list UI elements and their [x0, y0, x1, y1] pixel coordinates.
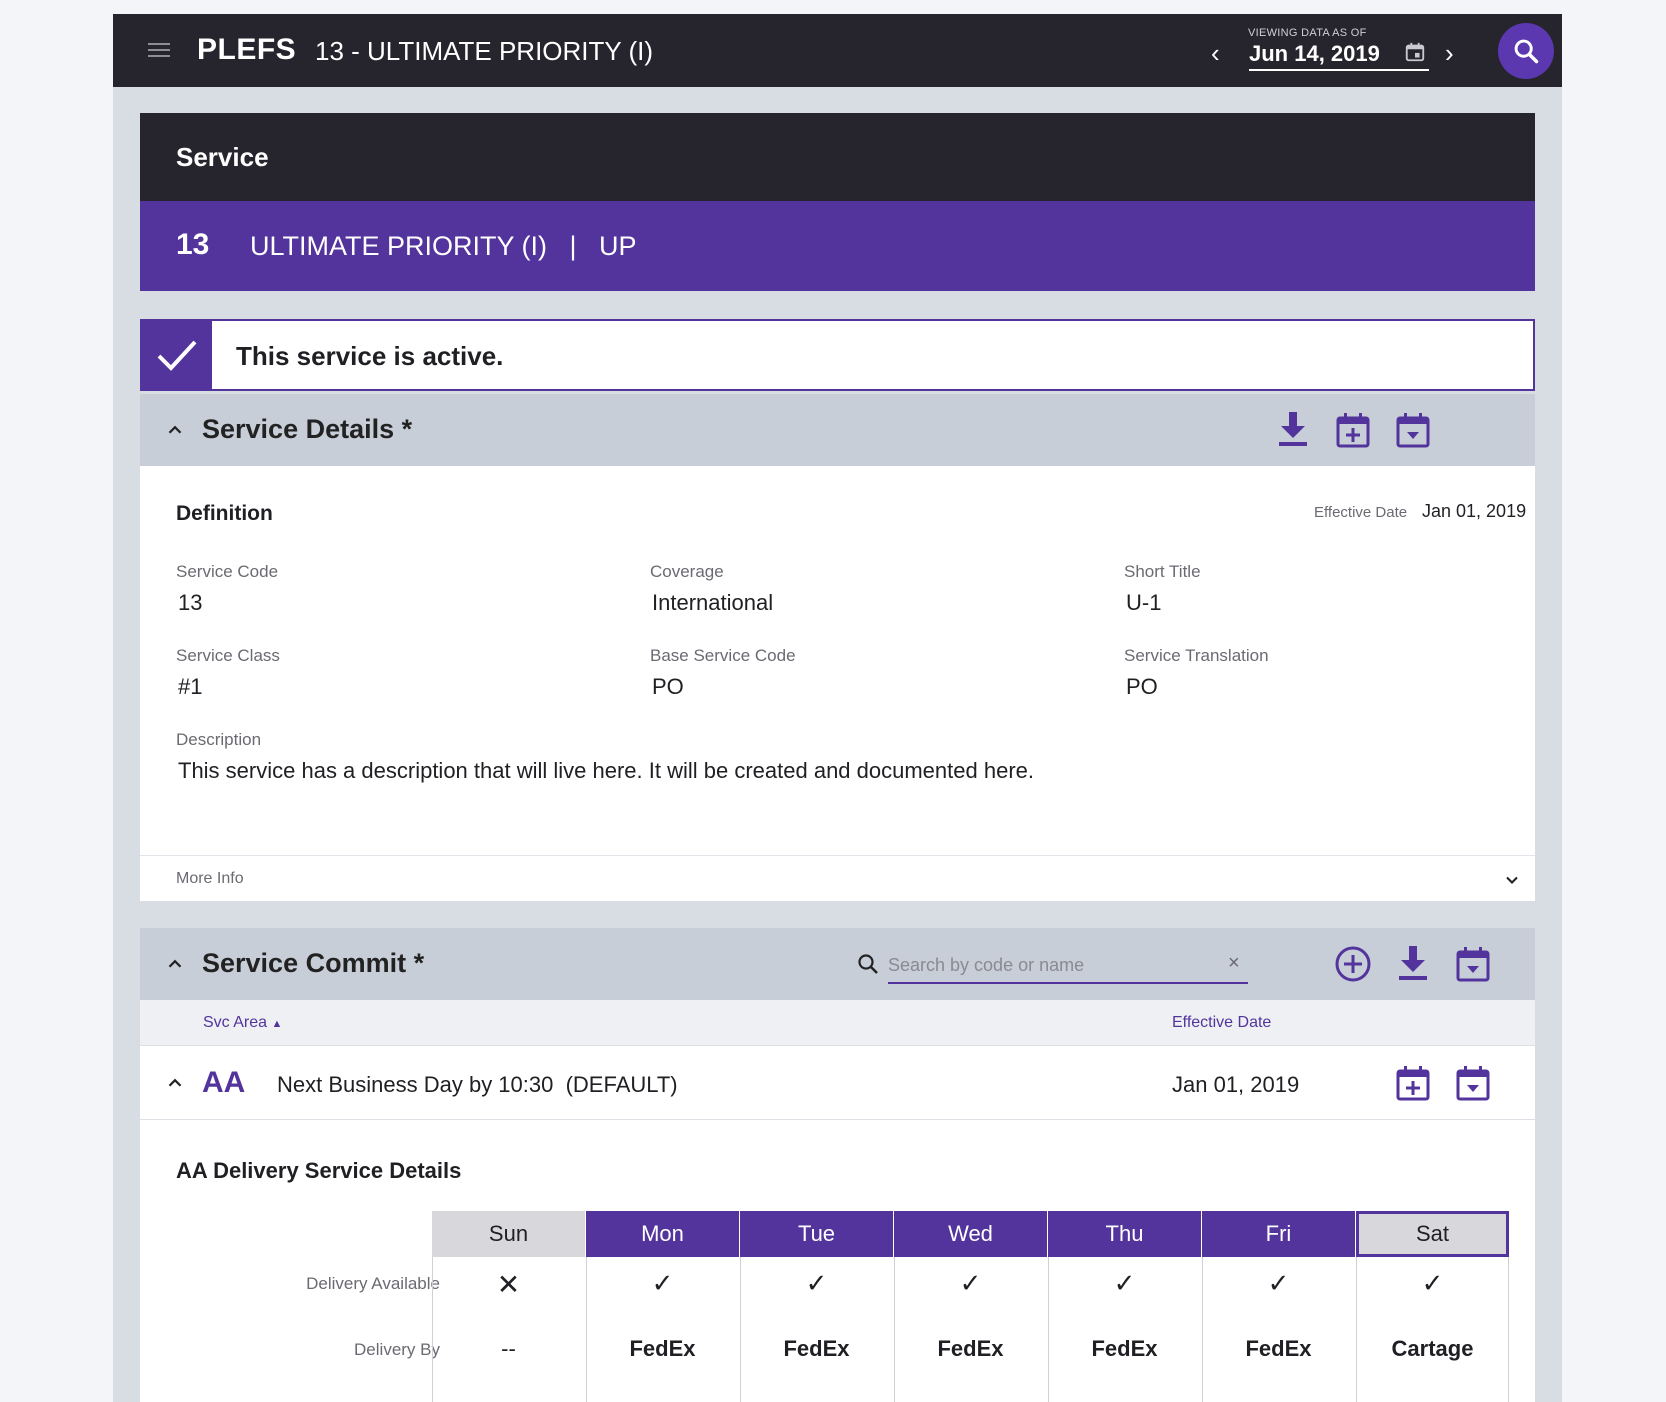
collapse-icon[interactable] [164, 953, 186, 975]
service-code-label: Service Code [176, 562, 279, 581]
svc-area-effective-date: Jan 01, 2019 [1172, 1072, 1300, 1097]
delivery-by-value: FedEx [1245, 1336, 1312, 1361]
delivery-by-value: FedEx [937, 1336, 1004, 1361]
commit-column-header: Svc Area ▲ Effective Date [140, 1000, 1535, 1046]
base-service-code-label: Base Service Code [650, 646, 796, 665]
description-label: Description [176, 730, 262, 749]
commit-search: × [888, 948, 1248, 984]
status-message: This service is active. [236, 341, 504, 371]
chevron-down-icon[interactable] [1502, 870, 1522, 890]
service-class-value: #1 [178, 674, 203, 699]
service-header-title: Service [176, 142, 269, 172]
calendar-dropdown-icon[interactable] [1453, 1063, 1493, 1103]
available-check-icon: ✓ [959, 1268, 982, 1298]
short-title-value: U-1 [1126, 590, 1162, 615]
search-icon [858, 954, 878, 974]
delivery-by-value: -- [501, 1336, 516, 1361]
service-class-label: Service Class [176, 646, 280, 665]
effective-date-label: Effective Date [1314, 504, 1408, 521]
effective-date-header[interactable]: Effective Date [1172, 1014, 1271, 1032]
commit-search-input[interactable] [888, 950, 1208, 980]
delivery-by-label: Delivery By [354, 1340, 440, 1359]
delivery-by-value: Cartage [1391, 1336, 1474, 1361]
service-details-body: Definition Effective Date Jan 01, 2019 S… [140, 466, 1535, 855]
definition-heading: Definition [176, 502, 273, 525]
day-header-wed[interactable]: Wed [894, 1211, 1047, 1257]
add-circle-icon[interactable] [1333, 944, 1373, 984]
check-icon [157, 340, 197, 371]
search-icon [1514, 39, 1539, 64]
table-row[interactable]: AA Next Business Day by 10:30 (DEFAULT) … [140, 1046, 1535, 1120]
service-commit-header: Service Commit * × [140, 928, 1535, 1000]
service-translation-label: Service Translation [1124, 646, 1269, 665]
svc-area-sort-header[interactable]: Svc Area ▲ [203, 1014, 282, 1032]
description-value: This service has a description that will… [178, 758, 1034, 783]
service-header: Service [140, 113, 1535, 201]
more-info-label: More Info [176, 870, 244, 887]
sort-ascending-icon: ▲ [271, 1018, 283, 1030]
service-code: 13 [176, 228, 210, 261]
available-check-icon: ✓ [651, 1268, 674, 1298]
viewing-data-label: VIEWING DATA AS OF [1248, 27, 1367, 39]
available-check-icon: ✓ [805, 1268, 828, 1298]
svc-area-code: AA [202, 1066, 246, 1099]
status-banner: This service is active. [140, 319, 1535, 391]
delivery-details-title: AA Delivery Service Details [176, 1158, 462, 1183]
more-info-row[interactable]: More Info [140, 855, 1535, 901]
top-bar: PLEFS 13 - ULTIMATE PRIORITY (I) VIEWING… [113, 14, 1562, 87]
not-available-icon: ✕ [496, 1269, 521, 1300]
delivery-by-value: FedEx [783, 1336, 850, 1361]
coverage-value: International [652, 590, 774, 615]
available-check-icon: ✓ [1267, 1268, 1290, 1298]
download-icon[interactable] [1393, 944, 1433, 984]
clear-search-icon[interactable]: × [1228, 952, 1240, 975]
delivery-details-panel: AA Delivery Service Details Delivery Ava… [140, 1120, 1535, 1402]
short-title-label: Short Title [1124, 562, 1201, 581]
calendar-dropdown-icon[interactable] [1453, 944, 1493, 984]
app-frame: PLEFS 13 - ULTIMATE PRIORITY (I) VIEWING… [113, 14, 1562, 1402]
day-header-tue[interactable]: Tue [740, 1211, 893, 1257]
service-details-title: Service Details * [202, 414, 413, 444]
menu-icon[interactable] [148, 43, 170, 59]
download-icon[interactable] [1273, 410, 1313, 450]
app-context-title: 13 - ULTIMATE PRIORITY (I) [315, 36, 654, 66]
previous-date-icon[interactable]: ‹ [1211, 38, 1220, 69]
calendar-add-icon[interactable] [1393, 1063, 1433, 1103]
delivery-available-label: Delivery Available [306, 1274, 440, 1293]
coverage-label: Coverage [650, 562, 724, 581]
status-check-box [142, 321, 212, 389]
day-header-thu[interactable]: Thu [1048, 1211, 1201, 1257]
day-header-mon[interactable]: Mon [586, 1211, 739, 1257]
day-header-sun[interactable]: Sun [432, 1211, 585, 1257]
service-identity-band: 13 ULTIMATE PRIORITY (I) | UP [140, 201, 1535, 291]
calendar-add-icon[interactable] [1333, 410, 1373, 450]
collapse-icon[interactable] [164, 419, 186, 441]
svc-area-description: Next Business Day by 10:30 (DEFAULT) [277, 1072, 678, 1097]
svc-area-label: Svc Area [203, 1014, 268, 1031]
delivery-by-value: FedEx [629, 1336, 696, 1361]
service-commit-title: Service Commit * [202, 948, 425, 978]
service-translation-value: PO [1126, 674, 1158, 699]
base-service-code-value: PO [652, 674, 684, 699]
service-name: ULTIMATE PRIORITY (I) | UP [250, 231, 637, 261]
service-details-header: Service Details * [140, 394, 1535, 466]
search-button[interactable] [1498, 23, 1554, 79]
available-check-icon: ✓ [1421, 1268, 1444, 1298]
collapse-icon[interactable] [164, 1072, 186, 1094]
viewing-date[interactable]: Jun 14, 2019 [1249, 41, 1429, 71]
delivery-by-value: FedEx [1091, 1336, 1158, 1361]
next-date-icon[interactable]: › [1445, 38, 1454, 69]
calendar-icon[interactable] [1404, 41, 1426, 63]
calendar-dropdown-icon[interactable] [1393, 410, 1433, 450]
app-name: PLEFS [197, 33, 297, 66]
service-code-value: 13 [178, 590, 203, 615]
effective-date-value: Jan 01, 2019 [1422, 501, 1527, 521]
available-check-icon: ✓ [1113, 1268, 1136, 1298]
day-header-fri[interactable]: Fri [1202, 1211, 1355, 1257]
day-header-sat[interactable]: Sat [1356, 1211, 1509, 1257]
